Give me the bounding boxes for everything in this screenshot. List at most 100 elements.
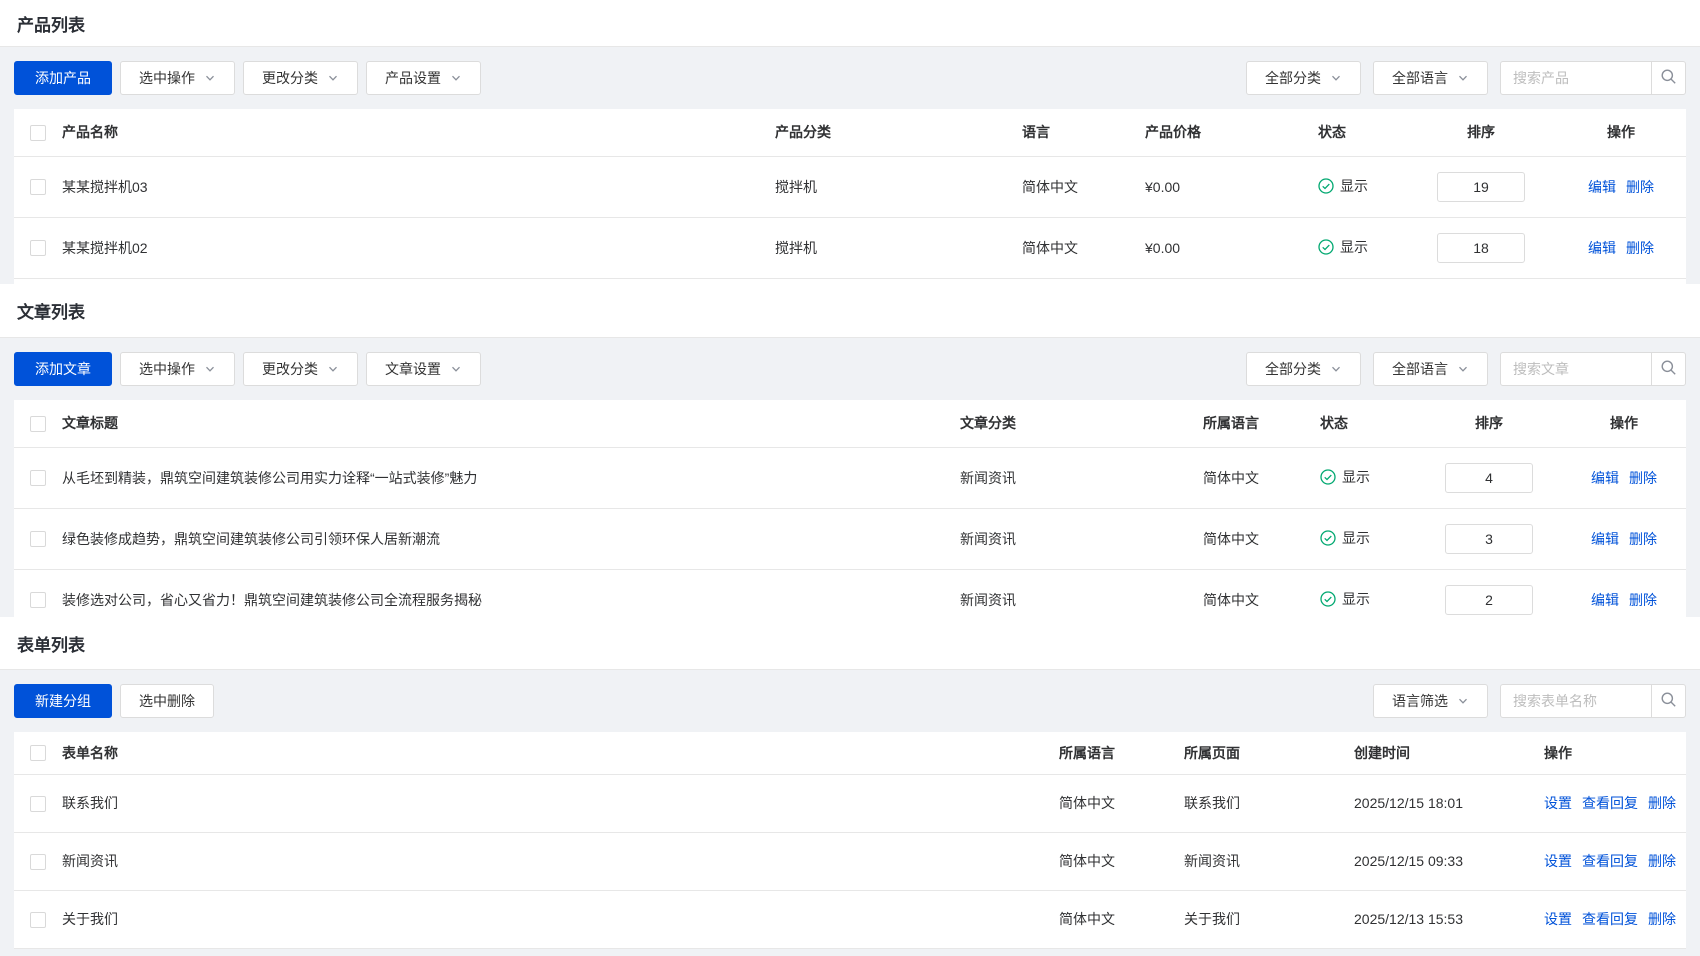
chevron-down-icon bbox=[327, 363, 339, 375]
sort-input[interactable] bbox=[1437, 233, 1525, 263]
search-icon bbox=[1660, 68, 1677, 88]
row-checkbox[interactable] bbox=[30, 179, 46, 195]
form-table: 表单名称 所属语言 所属页面 创建时间 操作 联系我们简体中文联系我们2025/… bbox=[14, 732, 1686, 949]
product-name: 某某搅拌机02 bbox=[62, 240, 148, 256]
filter-label: 语言筛选 bbox=[1392, 691, 1448, 711]
product-search-input[interactable] bbox=[1500, 61, 1652, 95]
articles-toolbar: 添加文章 选中操作 更改分类 文章设置 全部分类 全部语言 bbox=[14, 352, 1686, 386]
article-language: 简体中文 bbox=[1203, 592, 1259, 608]
delete-selected-button[interactable]: 选中删除 bbox=[120, 684, 214, 718]
dropdown-label: 更改分类 bbox=[262, 68, 318, 88]
delete-link[interactable]: 删除 bbox=[1648, 853, 1676, 869]
form-search-button[interactable] bbox=[1651, 684, 1686, 718]
select-all-checkbox[interactable] bbox=[30, 745, 46, 761]
all-languages-filter[interactable]: 全部语言 bbox=[1373, 61, 1488, 95]
delete-link[interactable]: 删除 bbox=[1626, 179, 1654, 195]
col-header: 操作 bbox=[1562, 400, 1686, 447]
form-language: 简体中文 bbox=[1059, 911, 1115, 927]
product-search-button[interactable] bbox=[1651, 61, 1686, 95]
language-filter[interactable]: 语言筛选 bbox=[1373, 684, 1488, 718]
sort-input[interactable] bbox=[1445, 463, 1533, 493]
chevron-down-icon bbox=[1330, 363, 1342, 375]
col-header: 创建时间 bbox=[1354, 732, 1530, 774]
forms-section-title: 表单列表 bbox=[0, 617, 1700, 670]
article-table: 文章标题 文章分类 所属语言 状态 排序 操作 从毛坯到精装，鼎筑空间建筑装修公… bbox=[14, 400, 1686, 617]
delete-link[interactable]: 删除 bbox=[1629, 470, 1657, 486]
view-replies-link[interactable]: 查看回复 bbox=[1582, 853, 1638, 869]
row-checkbox[interactable] bbox=[30, 912, 46, 928]
row-checkbox[interactable] bbox=[30, 592, 46, 608]
edit-link[interactable]: 编辑 bbox=[1591, 470, 1619, 486]
product-settings-dropdown[interactable]: 产品设置 bbox=[366, 61, 481, 95]
selected-actions-dropdown[interactable]: 选中操作 bbox=[120, 61, 235, 95]
row-checkbox[interactable] bbox=[30, 854, 46, 870]
chevron-down-icon bbox=[1457, 363, 1469, 375]
check-circle-icon bbox=[1320, 591, 1336, 607]
article-title: 绿色装修成趋势，鼎筑空间建筑装修公司引领环保人居新潮流 bbox=[62, 531, 440, 547]
article-category: 新闻资讯 bbox=[960, 592, 1016, 608]
form-search-input[interactable] bbox=[1500, 684, 1652, 718]
form-page: 关于我们 bbox=[1184, 911, 1240, 927]
form-row: 新闻资讯简体中文新闻资讯2025/12/15 09:33设置查看回复删除 bbox=[14, 832, 1686, 890]
delete-link[interactable]: 删除 bbox=[1629, 592, 1657, 608]
admin-page: 产品列表 添加产品 选中操作 更改分类 产品设置 全部分类 全部语言 bbox=[0, 0, 1700, 956]
chevron-down-icon bbox=[1330, 72, 1342, 84]
chevron-down-icon bbox=[1457, 695, 1469, 707]
edit-link[interactable]: 编辑 bbox=[1591, 592, 1619, 608]
dropdown-label: 选中操作 bbox=[139, 68, 195, 88]
all-languages-filter[interactable]: 全部语言 bbox=[1373, 352, 1488, 386]
change-category-dropdown[interactable]: 更改分类 bbox=[243, 61, 358, 95]
forms-toolbar: 新建分组 选中删除 语言筛选 bbox=[14, 684, 1686, 718]
chevron-down-icon bbox=[327, 72, 339, 84]
settings-link[interactable]: 设置 bbox=[1544, 853, 1572, 869]
edit-link[interactable]: 编辑 bbox=[1588, 179, 1616, 195]
form-name: 新闻资讯 bbox=[62, 853, 118, 869]
article-settings-dropdown[interactable]: 文章设置 bbox=[366, 352, 481, 386]
chevron-down-icon bbox=[1457, 72, 1469, 84]
row-checkbox[interactable] bbox=[30, 796, 46, 812]
all-categories-filter[interactable]: 全部分类 bbox=[1246, 352, 1361, 386]
product-table-header: 产品名称 产品分类 语言 产品价格 状态 排序 操作 bbox=[14, 109, 1686, 156]
sort-input[interactable] bbox=[1445, 585, 1533, 615]
delete-link[interactable]: 删除 bbox=[1626, 240, 1654, 256]
delete-link[interactable]: 删除 bbox=[1629, 531, 1657, 547]
select-all-checkbox[interactable] bbox=[30, 416, 46, 432]
sort-input[interactable] bbox=[1445, 524, 1533, 554]
sort-input[interactable] bbox=[1437, 172, 1525, 202]
status-label: 显示 bbox=[1342, 467, 1370, 487]
col-header: 产品分类 bbox=[775, 109, 1022, 156]
form-created-time: 2025/12/15 18:01 bbox=[1354, 795, 1463, 811]
edit-link[interactable]: 编辑 bbox=[1588, 240, 1616, 256]
view-replies-link[interactable]: 查看回复 bbox=[1582, 911, 1638, 927]
add-article-button[interactable]: 添加文章 bbox=[14, 352, 112, 386]
new-group-button[interactable]: 新建分组 bbox=[14, 684, 112, 718]
all-categories-filter[interactable]: 全部分类 bbox=[1246, 61, 1361, 95]
article-search-input[interactable] bbox=[1500, 352, 1652, 386]
row-checkbox[interactable] bbox=[30, 470, 46, 486]
search-icon bbox=[1660, 359, 1677, 379]
col-header: 所属语言 bbox=[1059, 732, 1184, 774]
settings-link[interactable]: 设置 bbox=[1544, 911, 1572, 927]
delete-link[interactable]: 删除 bbox=[1648, 911, 1676, 927]
selected-actions-dropdown[interactable]: 选中操作 bbox=[120, 352, 235, 386]
add-product-button[interactable]: 添加产品 bbox=[14, 61, 112, 95]
products-toolbar: 添加产品 选中操作 更改分类 产品设置 全部分类 全部语言 bbox=[14, 61, 1686, 95]
row-checkbox[interactable] bbox=[30, 531, 46, 547]
view-replies-link[interactable]: 查看回复 bbox=[1582, 795, 1638, 811]
edit-link[interactable]: 编辑 bbox=[1591, 531, 1619, 547]
check-circle-icon bbox=[1318, 239, 1334, 255]
articles-section-title: 文章列表 bbox=[0, 284, 1700, 338]
form-created-time: 2025/12/13 15:53 bbox=[1354, 911, 1463, 927]
select-all-checkbox[interactable] bbox=[30, 125, 46, 141]
article-language: 简体中文 bbox=[1203, 531, 1259, 547]
filter-label: 全部分类 bbox=[1265, 359, 1321, 379]
chevron-down-icon bbox=[204, 72, 216, 84]
settings-link[interactable]: 设置 bbox=[1544, 795, 1572, 811]
delete-link[interactable]: 删除 bbox=[1648, 795, 1676, 811]
change-category-dropdown[interactable]: 更改分类 bbox=[243, 352, 358, 386]
dropdown-label: 更改分类 bbox=[262, 359, 318, 379]
col-header: 操作 bbox=[1556, 109, 1686, 156]
product-language: 简体中文 bbox=[1022, 179, 1078, 195]
article-search-button[interactable] bbox=[1651, 352, 1686, 386]
row-checkbox[interactable] bbox=[30, 240, 46, 256]
